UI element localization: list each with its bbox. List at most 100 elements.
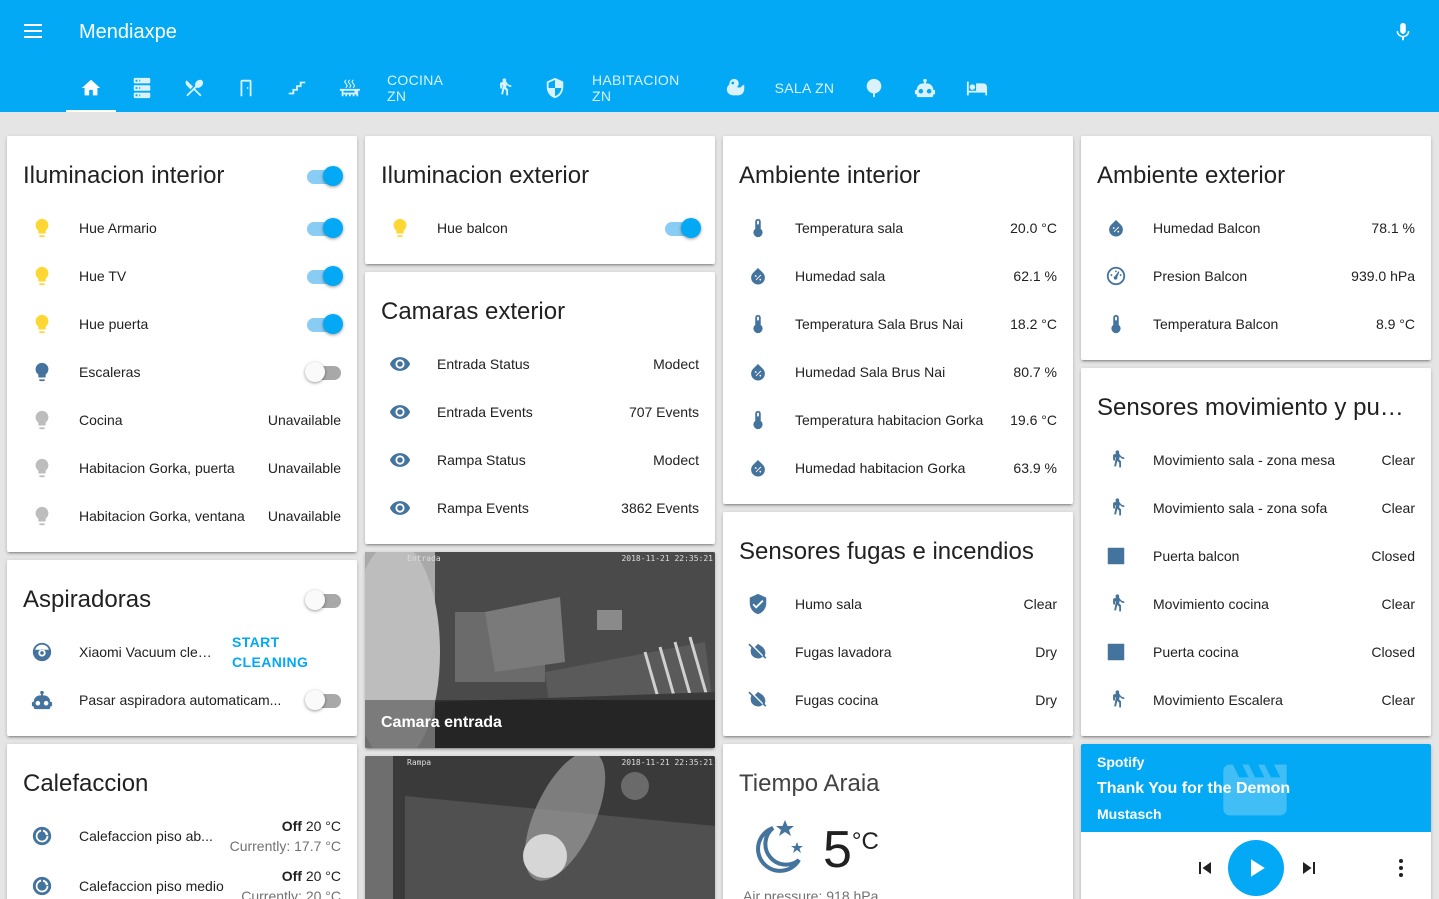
camera-timestamp: 2018-11-21 22:35:21	[621, 554, 713, 563]
media-info[interactable]: Spotify Thank You for the Demon Mustasch	[1081, 744, 1431, 832]
door-icon	[240, 79, 251, 97]
tab-sala-zn[interactable]: SALA ZN	[761, 64, 848, 112]
camera-label: Rampa	[407, 758, 432, 767]
entity-row[interactable]: Movimiento sala - zona sofa Clear	[1081, 488, 1431, 528]
climate-row[interactable]: Calefaccion piso medio Off 20 °C Current…	[7, 866, 357, 899]
light-toggle[interactable]	[305, 266, 343, 286]
entity-name: Escaleras	[79, 364, 141, 380]
light-toggle[interactable]	[663, 218, 701, 238]
card-aspiradoras: Aspiradoras Xiaomi Vacuum clea... START …	[7, 560, 357, 736]
shield-check-icon	[739, 584, 779, 624]
water-off-icon	[739, 632, 779, 672]
square-icon	[1097, 536, 1137, 576]
entity-state: Clear	[1381, 452, 1415, 468]
entity-row[interactable]: Movimiento sala - zona mesa Clear	[1081, 440, 1431, 480]
water-percent-icon	[739, 352, 779, 392]
next-track-button[interactable]	[1297, 856, 1321, 880]
light-toggle[interactable]	[305, 362, 341, 382]
camera-entrada[interactable]: Entrada 2018-11-21 22:35:21 Camara entra…	[365, 552, 715, 748]
card-camaras-exterior: Camaras exterior Entrada Status Modect E…	[365, 272, 715, 544]
entity-name: Hue TV	[79, 268, 127, 284]
entity-name: Presion Balcon	[1153, 268, 1248, 284]
microphone-icon[interactable]	[1392, 20, 1414, 44]
entity-row[interactable]: Fugas lavadora Dry	[723, 632, 1073, 672]
entity-row[interactable]: Temperatura sala 20.0 °C	[723, 208, 1073, 248]
target-temp: 20 °C	[305, 818, 341, 834]
tab-cocina-zn[interactable]: COCINA ZN	[375, 64, 477, 112]
entity-name: Calefaccion piso medio	[79, 878, 224, 894]
water-percent-icon	[1097, 208, 1137, 248]
entity-row[interactable]: Movimiento cocina Clear	[1081, 584, 1431, 624]
tab-robot[interactable]	[899, 64, 951, 112]
tab-radiator[interactable]	[323, 64, 375, 112]
tab-kids[interactable]	[711, 64, 761, 112]
entity-row[interactable]: Temperatura Balcon 8.9 °C	[1081, 304, 1431, 344]
app-title: Mendiaxpe	[79, 21, 177, 43]
card-tiempo[interactable]: Tiempo Araia 5°C Air pressure: 918 hPa	[723, 744, 1073, 899]
entity-row[interactable]: Escaleras	[7, 352, 357, 392]
climate-state: Off 20 °C Currently: 20 °C	[241, 866, 341, 899]
entity-name: Humedad sala	[795, 268, 886, 284]
menu-icon[interactable]	[22, 20, 48, 44]
group-toggle[interactable]	[305, 166, 343, 186]
entity-row[interactable]: Humedad Sala Brus Nai 80.7 %	[723, 352, 1073, 392]
entity-row[interactable]: Entrada Status Modect	[365, 344, 715, 384]
entity-row[interactable]: Temperatura habitacion Gorka 19.6 °C	[723, 400, 1073, 440]
entity-row[interactable]: Xiaomi Vacuum clea... START CLEANING	[7, 632, 357, 672]
entity-row[interactable]: Movimiento Escalera Clear	[1081, 680, 1431, 720]
tab-security[interactable]	[529, 64, 580, 112]
entity-row[interactable]: Fugas cocina Dry	[723, 680, 1073, 720]
tab-kitchen[interactable]	[168, 64, 220, 112]
entity-row[interactable]: Entrada Events 707 Events	[365, 392, 715, 432]
light-toggle[interactable]	[305, 218, 343, 238]
entity-row[interactable]: Temperatura Sala Brus Nai 18.2 °C	[723, 304, 1073, 344]
entity-row[interactable]: Humedad habitacion Gorka 63.9 %	[723, 448, 1073, 488]
previous-track-button[interactable]	[1193, 856, 1217, 880]
entity-state: 939.0 hPa	[1351, 268, 1415, 284]
entity-row[interactable]: Hue TV	[7, 256, 357, 296]
tab-habitacion-zn[interactable]: HABITACION ZN	[580, 64, 711, 112]
tab-server[interactable]	[116, 64, 168, 112]
automation-toggle[interactable]	[305, 690, 341, 710]
entity-row[interactable]: Hue balcon	[365, 208, 715, 248]
entity-row[interactable]: Humo sala Clear	[723, 584, 1073, 624]
entity-row[interactable]: Cocina Unavailable	[7, 400, 357, 440]
tab-door[interactable]	[220, 64, 271, 112]
current-temperature: 5°C	[823, 822, 879, 878]
entity-row[interactable]: Humedad sala 62.1 %	[723, 256, 1073, 296]
water-off-icon	[739, 680, 779, 720]
entity-state: 707 Events	[628, 404, 699, 420]
entity-name: Rampa Events	[437, 500, 529, 516]
tab-garden[interactable]	[848, 64, 899, 112]
water-percent-icon	[739, 448, 779, 488]
entity-name: Fugas cocina	[795, 692, 879, 708]
entity-row[interactable]: Hue Armario	[7, 208, 357, 248]
entity-row[interactable]: Pasar aspiradora automaticam...	[7, 680, 357, 720]
entity-row[interactable]: Habitacion Gorka, ventana Unavailable	[7, 496, 357, 536]
group-toggle[interactable]	[305, 590, 341, 610]
entity-name: Habitacion Gorka, puerta	[79, 460, 235, 476]
entity-row[interactable]: Presion Balcon 939.0 hPa	[1081, 256, 1431, 296]
entity-row[interactable]: Rampa Events 3862 Events	[365, 488, 715, 528]
entity-row[interactable]: Rampa Status Modect	[365, 440, 715, 480]
more-options-button[interactable]	[1389, 856, 1413, 880]
camera-rampa[interactable]: Rampa 2018-11-21 22:35:21	[365, 756, 715, 899]
tab-motion[interactable]	[477, 64, 529, 112]
play-button[interactable]	[1228, 840, 1284, 896]
card-ambiente-exterior: Ambiente exterior Humedad Balcon 78.1 % …	[1081, 136, 1431, 360]
tab-home[interactable]	[66, 64, 116, 112]
tab-stairs[interactable]	[271, 64, 323, 112]
entity-row[interactable]: Puerta cocina Closed	[1081, 632, 1431, 672]
tab-living[interactable]	[951, 64, 1003, 112]
eye-icon	[381, 440, 421, 480]
start-cleaning-button[interactable]: START CLEANING	[232, 632, 308, 672]
entity-row[interactable]: Hue puerta	[7, 304, 357, 344]
light-toggle[interactable]	[305, 314, 343, 334]
entity-row[interactable]: Puerta balcon Closed	[1081, 536, 1431, 576]
climate-row[interactable]: Calefaccion piso ab... Off 20 °C Current…	[7, 816, 357, 856]
entity-row[interactable]: Humedad Balcon 78.1 %	[1081, 208, 1431, 248]
entity-name: Entrada Events	[437, 404, 533, 420]
entity-row[interactable]: Habitacion Gorka, puerta Unavailable	[7, 448, 357, 488]
action-label: CLEANING	[232, 654, 309, 670]
eye-icon	[381, 488, 421, 528]
